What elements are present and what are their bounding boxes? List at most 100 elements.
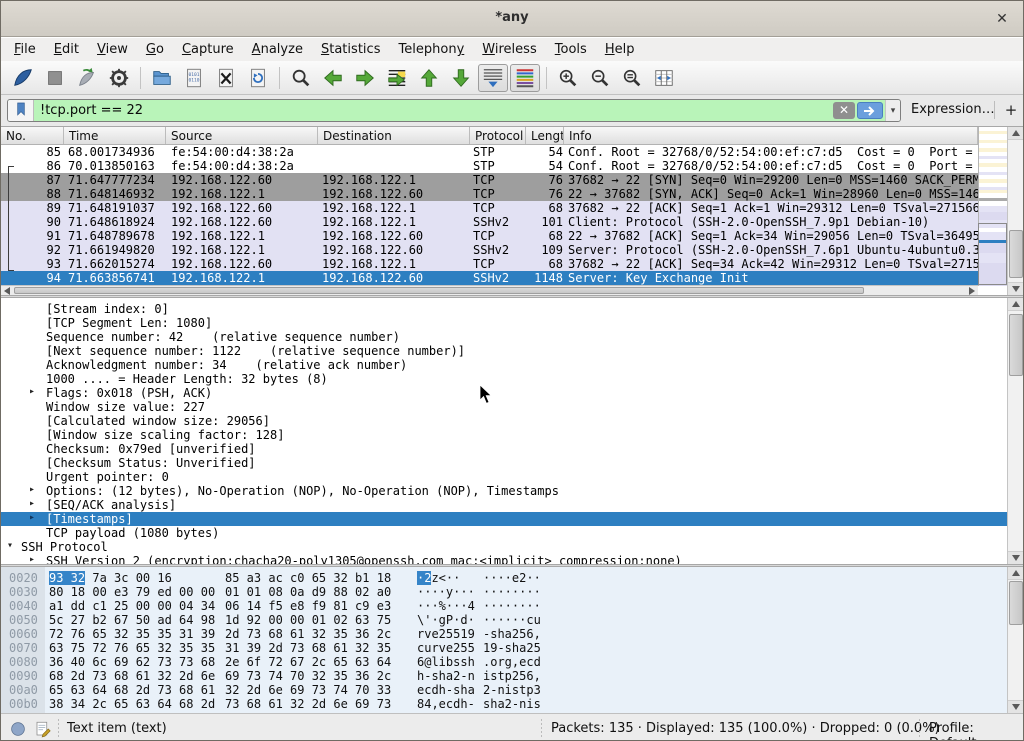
hex-row-0020[interactable]: 0020c0 a8 7a 3c 00 16 93 3285 a3 ac c0 6… xyxy=(1,571,1008,585)
detail-line[interactable]: Urgent pointer: 0 xyxy=(1,470,1008,484)
expander-collapsed-icon[interactable]: ▸ xyxy=(29,484,35,495)
menu-file[interactable]: File xyxy=(5,39,45,60)
go-to-packet-button[interactable] xyxy=(382,64,412,92)
packet-row-88[interactable]: 8871.648146932192.168.122.1192.168.122.6… xyxy=(1,187,978,201)
auto-scroll-button[interactable] xyxy=(478,64,508,92)
column-header-source[interactable]: Source xyxy=(166,127,318,145)
detail-line[interactable]: TCP payload (1080 bytes) xyxy=(1,526,1008,540)
column-header-no[interactable]: No. xyxy=(1,127,64,145)
scroll-right-icon[interactable] xyxy=(966,286,978,295)
save-file-button[interactable]: 01010110 xyxy=(179,64,209,92)
resize-columns-button[interactable] xyxy=(649,64,679,92)
menu-analyze[interactable]: Analyze xyxy=(243,39,312,60)
expander-collapsed-icon[interactable]: ▸ xyxy=(29,554,35,564)
menu-tools[interactable]: Tools xyxy=(546,39,596,60)
packet-row-89[interactable]: 8971.648191037192.168.122.60192.168.122.… xyxy=(1,201,978,215)
go-first-packet-button[interactable] xyxy=(414,64,444,92)
scroll-left-icon[interactable] xyxy=(1,286,13,295)
detail-line[interactable]: ▸[Timestamps] xyxy=(1,512,1008,526)
packet-row-91[interactable]: 9171.648789678192.168.122.1192.168.122.6… xyxy=(1,229,978,243)
reload-file-button[interactable] xyxy=(243,64,273,92)
minimap-viewport[interactable] xyxy=(978,223,1007,285)
detail-line[interactable]: ▸SSH Version 2 (encryption:chacha20-poly… xyxy=(1,554,1008,564)
close-button[interactable]: ✕ xyxy=(991,9,1013,29)
packet-row-87[interactable]: 8771.647777234192.168.122.60192.168.122.… xyxy=(1,173,978,187)
packet-row-94[interactable]: 9471.663856741192.168.122.1192.168.122.6… xyxy=(1,271,978,285)
scroll-down-icon[interactable] xyxy=(1008,700,1024,713)
apply-filter-button[interactable] xyxy=(857,102,883,119)
menu-go[interactable]: Go xyxy=(137,39,173,60)
scroll-up-icon[interactable] xyxy=(1008,298,1024,311)
zoom-out-button[interactable] xyxy=(585,64,615,92)
scroll-down-icon[interactable] xyxy=(1008,282,1024,295)
details-scrollbar[interactable] xyxy=(1007,298,1024,564)
detail-line[interactable]: [Next sequence number: 1122 (relative se… xyxy=(1,344,1008,358)
detail-line[interactable]: [TCP Segment Len: 1080] xyxy=(1,316,1008,330)
packet-row-93[interactable]: 9371.662015274192.168.122.60192.168.122.… xyxy=(1,257,978,271)
column-header-info[interactable]: Info xyxy=(564,127,978,145)
expression-button[interactable]: Expression… xyxy=(911,102,995,117)
menu-wireless[interactable]: Wireless xyxy=(473,39,545,60)
hex-row-0080[interactable]: 008036 40 6c 69 62 73 73 682e 6f 72 67 2… xyxy=(1,655,1008,669)
filter-history-dropdown[interactable]: ▾ xyxy=(885,100,900,121)
colorize-packets-button[interactable] xyxy=(510,64,540,92)
detail-line[interactable]: Acknowledgment number: 34 (relative ack … xyxy=(1,358,1008,372)
hex-row-0090[interactable]: 009068 2d 73 68 61 32 2d 6e69 73 74 70 3… xyxy=(1,669,1008,683)
detail-line[interactable]: Window size value: 227 xyxy=(1,400,1008,414)
detail-line[interactable]: [Stream index: 0] xyxy=(1,302,1008,316)
packet-row-90[interactable]: 9071.648618924192.168.122.60192.168.122.… xyxy=(1,215,978,229)
detail-line[interactable]: [Window size scaling factor: 128] xyxy=(1,428,1008,442)
expander-expanded-icon[interactable]: ▾ xyxy=(7,540,13,551)
detail-line[interactable]: 1000 .... = Header Length: 32 bytes (8) xyxy=(1,372,1008,386)
column-header-destination[interactable]: Destination xyxy=(318,127,470,145)
filter-input[interactable] xyxy=(34,100,833,121)
start-capture-button[interactable] xyxy=(8,64,38,92)
detail-line[interactable]: Sequence number: 42 (relative sequence n… xyxy=(1,330,1008,344)
expander-collapsed-icon[interactable]: ▸ xyxy=(29,498,35,509)
detail-line[interactable]: ▸[SEQ/ACK analysis] xyxy=(1,498,1008,512)
capture-comment-button[interactable] xyxy=(34,720,52,738)
bytes-scrollbar[interactable] xyxy=(1007,567,1024,713)
menu-telephony[interactable]: Telephony xyxy=(389,39,473,60)
expander-collapsed-icon[interactable]: ▸ xyxy=(29,386,35,397)
scroll-up-icon[interactable] xyxy=(1008,127,1024,140)
detail-line[interactable]: ▾SSH Protocol xyxy=(1,540,1008,554)
restart-capture-button[interactable] xyxy=(72,64,102,92)
capture-options-button[interactable] xyxy=(104,64,134,92)
menu-help[interactable]: Help xyxy=(596,39,644,60)
detail-line[interactable]: [Checksum Status: Unverified] xyxy=(1,456,1008,470)
zoom-in-button[interactable] xyxy=(553,64,583,92)
scroll-down-icon[interactable] xyxy=(1008,551,1024,564)
expert-info-button[interactable] xyxy=(9,720,27,738)
profile-label[interactable]: Profile: Default xyxy=(929,721,1023,741)
packet-row-85[interactable]: 8568.001734936fe:54:00:d4:38:2aSTP54Conf… xyxy=(1,145,978,159)
find-packet-button[interactable] xyxy=(286,64,316,92)
detail-line[interactable]: ▸Options: (12 bytes), No-Operation (NOP)… xyxy=(1,484,1008,498)
column-header-time[interactable]: Time xyxy=(64,127,166,145)
go-last-packet-button[interactable] xyxy=(446,64,476,92)
packet-row-92[interactable]: 9271.661949820192.168.122.1192.168.122.6… xyxy=(1,243,978,257)
hex-row-0060[interactable]: 006072 76 65 32 35 35 31 392d 73 68 61 3… xyxy=(1,627,1008,641)
packet-list-scrollbar[interactable] xyxy=(1007,127,1024,295)
hex-row-0050[interactable]: 00505c 27 b2 67 50 ad 64 981d 92 00 00 0… xyxy=(1,613,1008,627)
menu-edit[interactable]: Edit xyxy=(45,39,88,60)
zoom-original-button[interactable] xyxy=(617,64,647,92)
menu-capture[interactable]: Capture xyxy=(173,39,243,60)
hex-row-00b0[interactable]: 00b038 34 2c 65 63 64 68 2d73 68 61 32 2… xyxy=(1,697,1008,711)
hex-row-0030[interactable]: 003080 18 00 e3 79 ed 00 0001 01 08 0a d… xyxy=(1,585,1008,599)
add-filter-button[interactable]: + xyxy=(1003,99,1019,121)
packet-row-86[interactable]: 8670.013850163fe:54:00:d4:38:2aSTP54Conf… xyxy=(1,159,978,173)
go-forward-button[interactable] xyxy=(350,64,380,92)
menu-view[interactable]: View xyxy=(88,39,137,60)
go-back-button[interactable] xyxy=(318,64,348,92)
clear-filter-button[interactable]: ✕ xyxy=(833,102,855,119)
packet-list-hscrollbar[interactable] xyxy=(1,285,978,295)
open-file-button[interactable] xyxy=(147,64,177,92)
scrollbar-thumb[interactable] xyxy=(1009,230,1023,278)
hex-row-0070[interactable]: 007063 75 72 76 65 32 35 3531 39 2d 73 6… xyxy=(1,641,1008,655)
hex-row-0040[interactable]: 0040a1 dd c1 25 00 00 04 3406 14 f5 e8 f… xyxy=(1,599,1008,613)
column-header-length[interactable]: Length xyxy=(526,127,564,145)
filter-bookmark-button[interactable] xyxy=(8,100,34,121)
close-file-button[interactable] xyxy=(211,64,241,92)
menu-statistics[interactable]: Statistics xyxy=(312,39,390,60)
